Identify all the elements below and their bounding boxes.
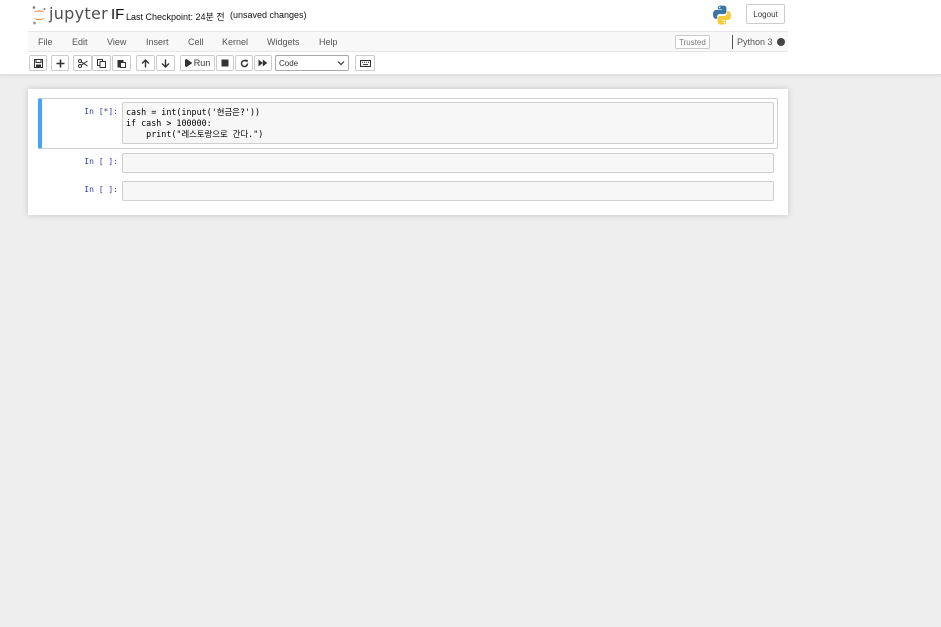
menu-help[interactable]: Help [319, 37, 338, 47]
menu-file[interactable]: File [38, 37, 53, 47]
toolbar: Run Code [28, 54, 788, 74]
menu-cell[interactable]: Cell [188, 37, 204, 47]
restart-kernel-button[interactable] [235, 55, 253, 71]
code-line: print("레스토랑으로 간다.") [126, 129, 264, 139]
notebook-container: In [*]: cash = int(input('현금은?')) if cash… [28, 89, 788, 215]
move-down-button[interactable] [156, 55, 175, 71]
command-palette-button[interactable] [355, 55, 375, 71]
trusted-indicator[interactable]: Trusted [675, 35, 710, 49]
step-forward-icon [184, 59, 192, 67]
jupyter-logo-icon[interactable] [31, 5, 47, 25]
interrupt-kernel-button[interactable] [216, 55, 234, 71]
run-button[interactable]: Run [180, 55, 215, 71]
autosave-status: (unsaved changes) [230, 10, 307, 20]
restart-run-all-button[interactable] [254, 55, 272, 71]
save-button[interactable] [29, 55, 47, 71]
cell-input-prompt: In [*]: [84, 107, 118, 116]
code-cell-selected[interactable]: In [*]: cash = int(input('현금은?')) if cash… [38, 98, 778, 149]
menu-kernel[interactable]: Kernel [222, 37, 248, 47]
jupyter-logo-text[interactable]: jupyter [49, 4, 108, 23]
paste-icon [117, 59, 126, 68]
cell-type-value: Code [279, 58, 299, 68]
header: jupyter IF Last Checkpoint: 24분 전 (unsav… [0, 0, 941, 75]
code-line: if cash > 100000: [126, 118, 212, 128]
cell-input-prompt: In [ ]: [84, 185, 118, 194]
menu-edit[interactable]: Edit [72, 37, 88, 47]
menu-widgets[interactable]: Widgets [267, 37, 300, 47]
save-icon [33, 58, 43, 68]
insert-cell-button[interactable] [51, 55, 69, 71]
menu-bar: File Edit View Insert Cell Kernel Widget… [28, 31, 788, 52]
code-text: cash = int(input('현금은?')) if cash > 10000… [126, 107, 263, 140]
keyboard-icon [359, 59, 371, 67]
copy-icon [97, 58, 106, 68]
notebook-name[interactable]: IF [111, 6, 124, 23]
code-input-area[interactable] [122, 181, 774, 201]
move-up-button[interactable] [136, 55, 155, 71]
python-logo-icon [713, 5, 731, 25]
run-label: Run [193, 58, 211, 68]
code-line: cash = int(input('현금은?')) [126, 107, 261, 117]
cell-input-prompt: In [ ]: [84, 157, 118, 166]
stop-icon [221, 59, 229, 67]
logout-button[interactable]: Logout [746, 4, 785, 24]
arrow-down-icon [161, 59, 170, 68]
code-cell[interactable]: In [ ]: [38, 179, 778, 203]
plus-icon [56, 59, 64, 67]
top-bar: jupyter IF Last Checkpoint: 24분 전 (unsav… [28, 0, 788, 31]
fast-forward-icon [258, 59, 268, 67]
kernel-name[interactable]: Python 3 [737, 37, 773, 47]
copy-button[interactable] [92, 55, 111, 71]
menu-insert[interactable]: Insert [146, 37, 169, 47]
cut-button[interactable] [73, 55, 92, 71]
code-input-area[interactable]: cash = int(input('현금은?')) if cash > 10000… [122, 102, 774, 144]
arrow-up-icon [141, 58, 150, 67]
cell-type-select[interactable]: Code [275, 55, 349, 71]
paste-button[interactable] [112, 55, 131, 71]
last-checkpoint: Last Checkpoint: 24분 전 [126, 12, 225, 22]
scissors-icon [77, 58, 88, 68]
chevron-down-icon [337, 61, 345, 66]
code-input-area[interactable] [122, 153, 774, 173]
kernel-busy-indicator-icon [777, 38, 785, 46]
menu-view[interactable]: View [107, 37, 126, 47]
refresh-icon [240, 59, 248, 67]
kernel-divider [732, 35, 733, 49]
code-cell[interactable]: In [ ]: [38, 151, 778, 175]
